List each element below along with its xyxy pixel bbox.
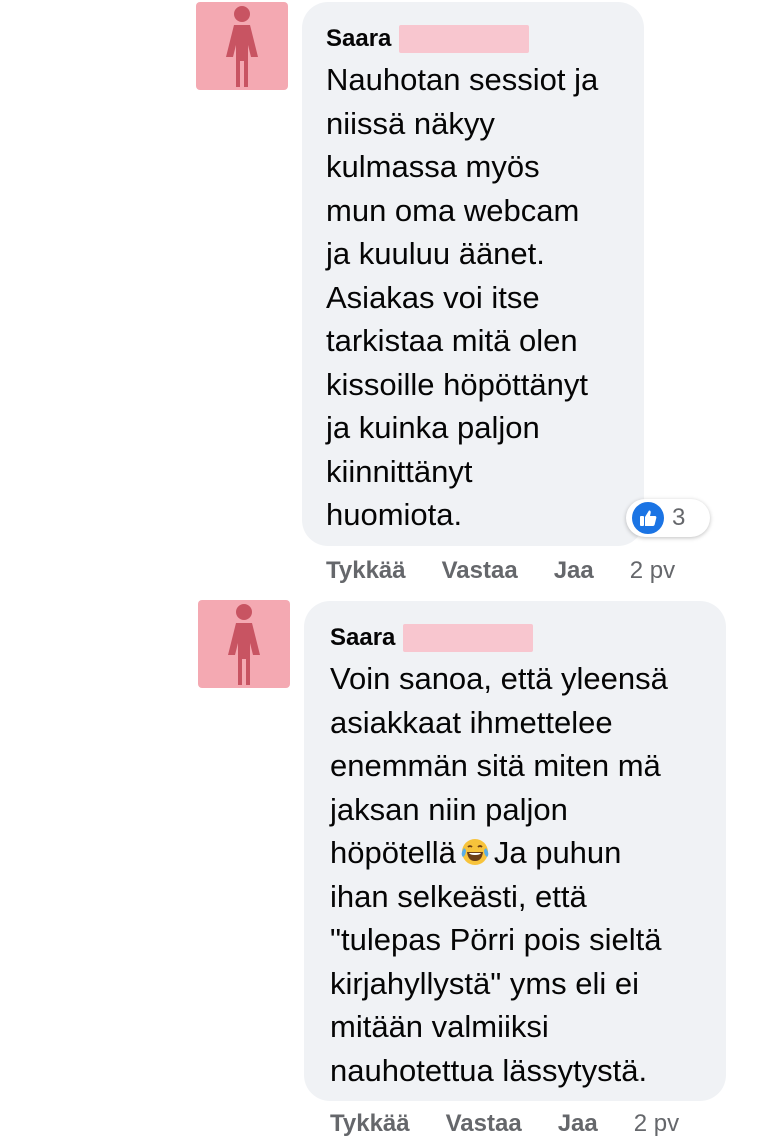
author-name[interactable]: Saara [326, 24, 391, 54]
like-link[interactable]: Tykkää [330, 1110, 410, 1138]
like-link[interactable]: Tykkää [326, 557, 406, 585]
reply-link[interactable]: Vastaa [446, 1110, 522, 1138]
share-link[interactable]: Jaa [554, 557, 594, 585]
tears-of-joy-emoji-icon [461, 839, 489, 865]
author-name[interactable]: Saara [330, 623, 395, 653]
reaction-count: 3 [672, 504, 686, 531]
comment-actions: Tykkää Vastaa Jaa 2 pv [326, 555, 675, 587]
thumbs-up-icon [630, 500, 666, 536]
female-person-icon [226, 6, 258, 87]
redacted-surname [403, 624, 534, 652]
reply-link[interactable]: Vastaa [442, 557, 518, 585]
redacted-surname [399, 25, 530, 53]
comment-text-part-2: Ja puhun ihan selkeästi, että "tulepas P… [330, 835, 662, 1088]
female-person-icon [228, 604, 260, 685]
comment-text: Voin sanoa, että yleensä asiakkaat ihmet… [330, 657, 710, 1092]
comment-bubble: Saara Nauhotan sessiot ja niissä näkyy k… [302, 2, 644, 546]
comment-actions: Tykkää Vastaa Jaa 2 pv [330, 1108, 679, 1140]
avatar[interactable] [196, 2, 288, 90]
reaction-summary[interactable]: 3 [626, 499, 710, 537]
comment-bubble: Saara Voin sanoa, että yleensä asiakkaat… [304, 601, 726, 1101]
share-link[interactable]: Jaa [558, 1110, 598, 1138]
avatar[interactable] [198, 600, 290, 688]
timestamp[interactable]: 2 pv [630, 557, 675, 585]
timestamp[interactable]: 2 pv [634, 1110, 679, 1138]
comment-text: Nauhotan sessiot ja niissä näkyy kulmass… [326, 62, 599, 532]
